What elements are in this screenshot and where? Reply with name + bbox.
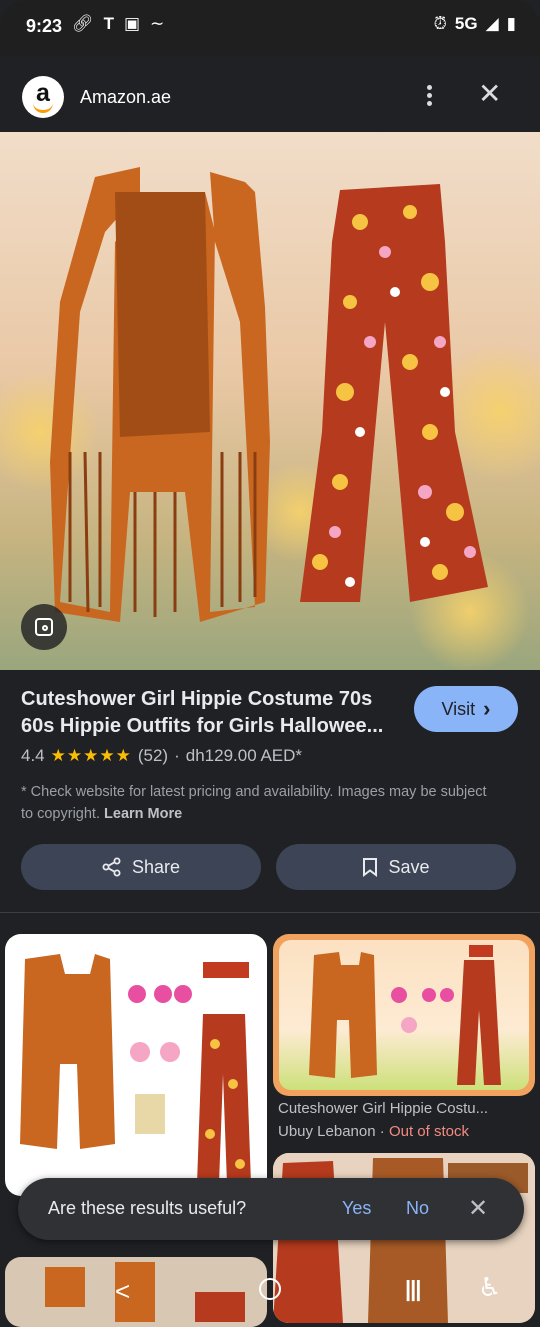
product-image[interactable]: [0, 132, 540, 670]
disclaimer-text: * Check website for latest pricing and a…: [21, 784, 487, 822]
more-vert-icon[interactable]: [420, 85, 438, 109]
alarm-icon: ⏰︎: [433, 14, 447, 33]
message-icon: ▣: [123, 14, 141, 33]
bookmark-icon: [363, 858, 378, 877]
amazon-logo-icon[interactable]: a: [22, 76, 64, 118]
feedback-question: Are these results useful?: [48, 1198, 247, 1218]
status-right-icons: ⏰︎ 5G ◢ ▮: [434, 14, 516, 34]
feedback-bar: Are these results useful? Yes No ✕: [18, 1178, 524, 1240]
share-icon: [102, 857, 121, 877]
tmobile-icon: T: [103, 14, 114, 33]
divider: [0, 912, 540, 913]
signature-icon: ∼: [150, 14, 165, 33]
star-rating-icon: ★★★★★: [50, 746, 132, 765]
review-count: (52): [137, 746, 169, 765]
close-icon[interactable]: ✕: [468, 1194, 488, 1223]
product-title-line1: Cuteshower Girl Hippie Costume 70s: [21, 688, 373, 710]
status-time: 9:23: [26, 16, 63, 36]
lens-search-button[interactable]: [21, 604, 67, 650]
visit-button[interactable]: Visit ›: [414, 686, 518, 732]
related-source-2: Ubuy Lebanon · Out of stock: [278, 1123, 469, 1140]
battery-icon: ▮: [506, 14, 516, 33]
signal-icon: ◢: [485, 14, 499, 33]
feedback-no-button[interactable]: No: [406, 1198, 429, 1219]
price: dh129.00 AED*: [185, 746, 303, 765]
availability-status: Out of stock: [388, 1123, 469, 1140]
logo-smile: [33, 103, 53, 113]
chevron-right-icon: ›: [483, 696, 491, 721]
related-image-2[interactable]: [273, 934, 535, 1096]
costume-thumbnail: [279, 940, 529, 1090]
related-source-name: Ubuy Lebanon: [278, 1123, 376, 1140]
learn-more-link[interactable]: Learn More: [104, 806, 182, 822]
network-type: 5G: [454, 14, 478, 33]
close-icon[interactable]: ✕: [478, 80, 501, 108]
hero-illustration: [0, 167, 540, 670]
save-button[interactable]: Save: [276, 844, 516, 890]
link-icon: 🔗︎: [72, 14, 94, 33]
product-title[interactable]: Cuteshower Girl Hippie Costume 70s 60s H…: [21, 686, 401, 740]
recents-icon[interactable]: |||: [405, 1276, 422, 1302]
feedback-yes-button[interactable]: Yes: [342, 1198, 371, 1219]
site-name[interactable]: Amazon.ae: [80, 87, 171, 108]
google-lens-icon: [35, 618, 53, 636]
share-label: Share: [131, 856, 181, 877]
visit-label: Visit: [441, 698, 476, 719]
costume-set-thumbnail: [20, 954, 251, 1184]
product-title-line2: 60s Hippie Outfits for Girls Hallowee...: [21, 715, 384, 737]
share-button[interactable]: Share: [21, 844, 261, 890]
back-icon[interactable]: <: [115, 1276, 130, 1307]
disclaimer: * Check website for latest pricing and a…: [21, 781, 501, 825]
save-label: Save: [388, 856, 430, 877]
status-left-icons: 🔗︎ T ▣ ∼: [72, 14, 164, 34]
separator-dot: ·: [174, 746, 180, 765]
rating-value: 4.4: [21, 746, 45, 765]
rating-row: 4.4 ★★★★★ (52) · dh129.00 AED*: [21, 746, 302, 766]
related-image-1[interactable]: [5, 934, 267, 1196]
status-bar: 9:23 🔗︎ T ▣ ∼ ⏰︎ 5G ◢ ▮: [0, 0, 540, 56]
accessibility-icon[interactable]: ♿︎: [478, 1272, 501, 1303]
related-title-2[interactable]: Cuteshower Girl Hippie Costu...: [278, 1100, 528, 1117]
source-header: a Amazon.ae ✕: [0, 60, 540, 132]
home-icon[interactable]: [259, 1278, 281, 1300]
system-nav-bar: < ||| ♿︎: [0, 1258, 540, 1320]
related-separator: ·: [375, 1123, 389, 1140]
